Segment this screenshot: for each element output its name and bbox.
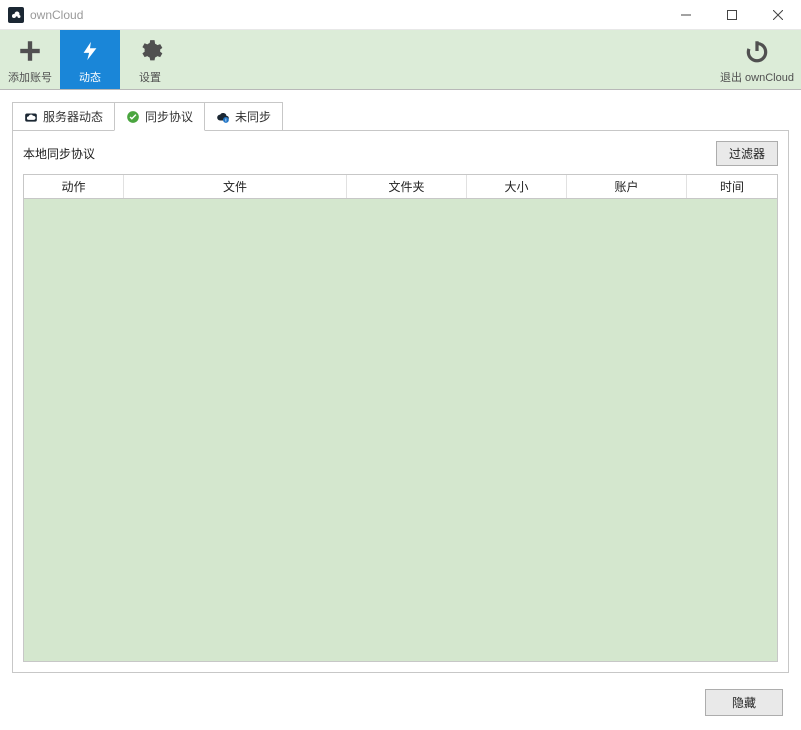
col-file[interactable]: 文件 [124,175,347,198]
gear-icon [137,35,163,67]
maximize-button[interactable] [709,0,755,30]
content-area: 服务器动态 同步协议 i 未同步 本地同步协议 过滤器 动作 文件 文件夹 大小 [0,90,801,679]
col-folder[interactable]: 文件夹 [347,175,467,198]
col-account[interactable]: 账户 [567,175,687,198]
filter-button[interactable]: 过滤器 [716,141,778,166]
activity-button[interactable]: 动态 [60,30,120,89]
col-time[interactable]: 时间 [687,175,777,198]
plus-icon [17,35,43,67]
hide-button[interactable]: 隐藏 [705,689,783,716]
svg-text:i: i [225,117,226,122]
tab-pane: 本地同步协议 过滤器 动作 文件 文件夹 大小 账户 时间 [12,130,789,673]
minimize-button[interactable] [663,0,709,30]
pane-header: 本地同步协议 过滤器 [23,141,778,166]
footer: 隐藏 [0,679,801,728]
toolbar-spacer [180,30,713,89]
tab-not-synced[interactable]: i 未同步 [204,102,283,130]
sync-check-icon [126,110,140,124]
cloud-info-icon: i [216,110,230,124]
tab-label: 同步协议 [145,108,193,125]
window-title: ownCloud [30,8,83,22]
add-account-button[interactable]: 添加账号 [0,30,60,89]
tab-label: 服务器动态 [43,108,103,125]
toolbar: 添加账号 动态 设置 退出 ownCloud [0,30,801,90]
tab-strip: 服务器动态 同步协议 i 未同步 [12,102,789,130]
sync-table: 动作 文件 文件夹 大小 账户 时间 [23,174,778,662]
settings-button[interactable]: 设置 [120,30,180,89]
table-body [24,199,777,661]
col-action[interactable]: 动作 [24,175,124,198]
titlebar: ownCloud [0,0,801,30]
tab-sync-protocol[interactable]: 同步协议 [114,102,205,131]
window-controls [663,0,801,30]
app-icon [8,7,24,23]
cloud-icon [24,110,38,124]
quit-button[interactable]: 退出 ownCloud [713,30,801,89]
tab-label: 未同步 [235,108,271,125]
close-button[interactable] [755,0,801,30]
col-size[interactable]: 大小 [467,175,567,198]
pane-title: 本地同步协议 [23,145,95,162]
tab-server-activity[interactable]: 服务器动态 [12,102,115,130]
table-header: 动作 文件 文件夹 大小 账户 时间 [24,175,777,199]
power-icon [744,35,770,67]
lightning-icon [79,35,101,67]
